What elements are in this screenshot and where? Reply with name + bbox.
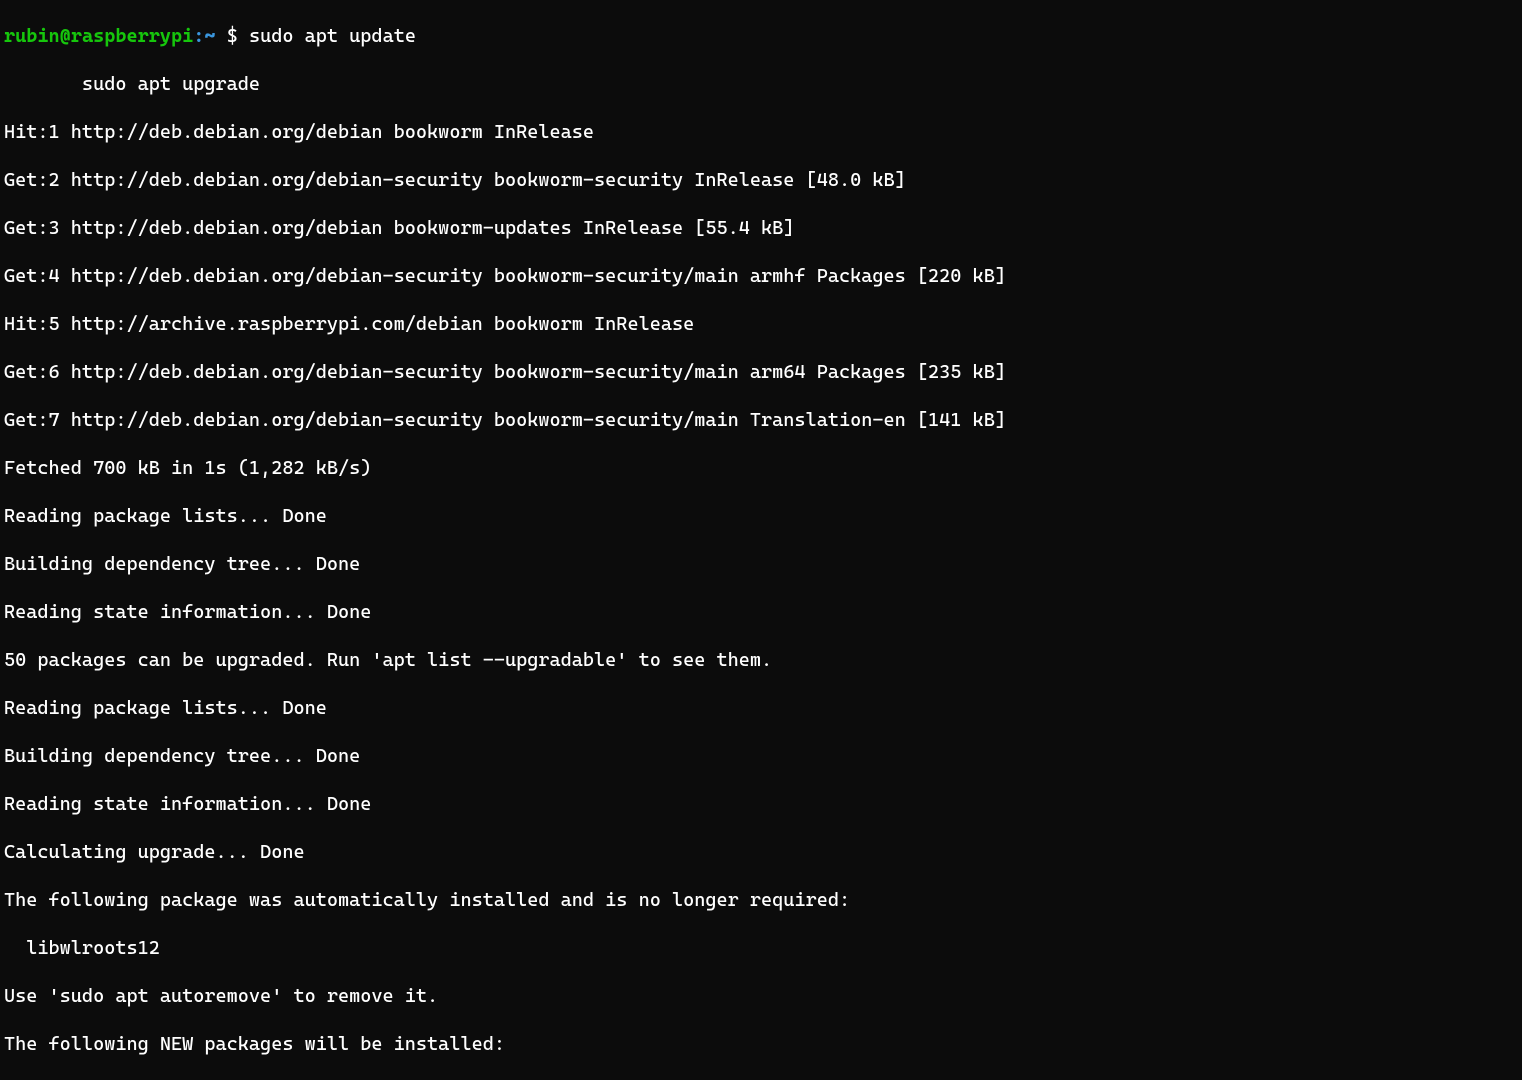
command-text-2: sudo apt upgrade — [4, 72, 1518, 96]
output-line: Reading package lists... Done — [4, 696, 1518, 720]
output-line: Use 'sudo apt autoremove' to remove it. — [4, 984, 1518, 1008]
output-line: libwlroots12 — [4, 936, 1518, 960]
prompt-path: ~ — [204, 25, 215, 47]
prompt-line-1: rubin@raspberrypi:~ $ sudo apt update — [4, 24, 1518, 48]
output-line: Reading state information... Done — [4, 792, 1518, 816]
prompt-at: @ — [60, 25, 71, 47]
prompt-host: raspberrypi — [71, 25, 193, 47]
output-line: Fetched 700 kB in 1s (1,282 kB/s) — [4, 456, 1518, 480]
output-line: The following NEW packages will be insta… — [4, 1032, 1518, 1056]
output-line: Get:3 http://deb.debian.org/debian bookw… — [4, 216, 1518, 240]
prompt-user: rubin — [4, 25, 60, 47]
command-text-1: sudo apt update — [249, 25, 416, 47]
output-line: 50 packages can be upgraded. Run 'apt li… — [4, 648, 1518, 672]
terminal-window[interactable]: rubin@raspberrypi:~ $ sudo apt update su… — [0, 0, 1522, 1080]
output-line: The following package was automatically … — [4, 888, 1518, 912]
prompt-dollar: $ — [216, 25, 249, 47]
output-line: Get:7 http://deb.debian.org/debian-secur… — [4, 408, 1518, 432]
output-line: Reading state information... Done — [4, 600, 1518, 624]
output-line: Building dependency tree... Done — [4, 552, 1518, 576]
output-line: Building dependency tree... Done — [4, 744, 1518, 768]
prompt-colon: : — [193, 25, 204, 47]
output-line: Get:6 http://deb.debian.org/debian-secur… — [4, 360, 1518, 384]
output-line: Get:2 http://deb.debian.org/debian-secur… — [4, 168, 1518, 192]
output-line: Hit:5 http://archive.raspberrypi.com/deb… — [4, 312, 1518, 336]
output-line: Reading package lists... Done — [4, 504, 1518, 528]
output-line: Get:4 http://deb.debian.org/debian-secur… — [4, 264, 1518, 288]
output-line: Calculating upgrade... Done — [4, 840, 1518, 864]
output-line: Hit:1 http://deb.debian.org/debian bookw… — [4, 120, 1518, 144]
